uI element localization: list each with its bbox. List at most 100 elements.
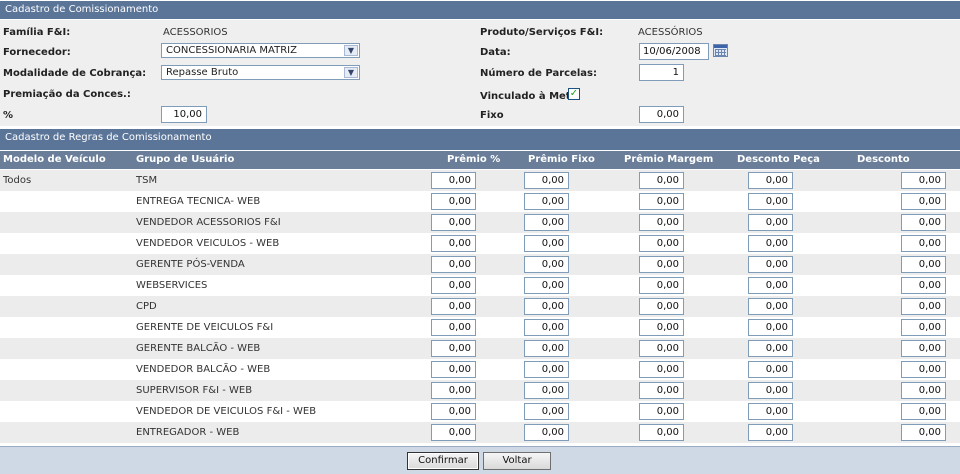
premio-fixo-input[interactable]: 0,00 — [524, 319, 569, 336]
premio-margem-input[interactable]: 0,00 — [639, 235, 684, 252]
premio-pct-input[interactable]: 0,00 — [431, 214, 476, 231]
percent-input[interactable]: 10,00 — [161, 106, 207, 123]
desconto-peca-input[interactable]: 0,00 — [748, 193, 793, 210]
vinculado-label: Vinculado à Meta — [480, 91, 578, 102]
desconto-instalacao-input[interactable]: 0,00 — [901, 361, 946, 378]
action-bar: Confirmar Voltar — [0, 446, 960, 474]
desconto-instalacao-input[interactable]: 0,00 — [901, 214, 946, 231]
premio-fixo-input[interactable]: 0,00 — [524, 361, 569, 378]
fornecedor-label: Fornecedor: — [3, 47, 71, 58]
premio-pct-input[interactable]: 0,00 — [431, 256, 476, 273]
table-header: Modelo de Veículo Grupo de Usuário Prêmi… — [0, 151, 960, 183]
modalidade-label: Modalidade de Cobrança: — [3, 68, 147, 79]
modalidade-select-value: Repasse Bruto — [166, 67, 239, 78]
chevron-down-icon[interactable]: ▼ — [344, 67, 358, 78]
premio-margem-input[interactable]: 0,00 — [639, 277, 684, 294]
premio-pct-input[interactable]: 0,00 — [431, 277, 476, 294]
checkmark-icon: ✓ — [569, 88, 579, 99]
premio-pct-input[interactable]: 0,00 — [431, 382, 476, 399]
confirm-button[interactable]: Confirmar — [407, 452, 479, 470]
premio-fixo-input[interactable]: 0,00 — [524, 277, 569, 294]
premio-pct-input[interactable]: 0,00 — [431, 424, 476, 441]
fornecedor-select[interactable]: CONCESSIONARIA MATRIZ ▼ — [161, 43, 360, 58]
desconto-peca-input[interactable]: 0,00 — [748, 403, 793, 420]
col-premio-fixo: Prêmio Fixo — [528, 154, 595, 165]
table-row: WEBSERVICES 0,00 0,00 0,00 0,00 0,00 — [0, 275, 960, 296]
premio-fixo-input[interactable]: 0,00 — [524, 340, 569, 357]
table-row: VENDEDOR ACESSORIOS F&I 0,00 0,00 0,00 0,00 0… — [0, 212, 960, 233]
premio-margem-input[interactable]: 0,00 — [639, 193, 684, 210]
desconto-peca-input[interactable]: 0,00 — [748, 424, 793, 441]
premio-pct-input[interactable]: 0,00 — [431, 340, 476, 357]
premio-fixo-input[interactable]: 0,00 — [524, 424, 569, 441]
desconto-instalacao-input[interactable]: 0,00 — [901, 424, 946, 441]
premio-pct-input[interactable]: 0,00 — [431, 193, 476, 210]
premio-fixo-input[interactable]: 0,00 — [524, 172, 569, 189]
desconto-peca-input[interactable]: 0,00 — [748, 298, 793, 315]
premio-pct-input[interactable]: 0,00 — [431, 361, 476, 378]
parcelas-input[interactable]: 1 — [639, 64, 684, 81]
grupo-cell: CPD — [136, 301, 157, 312]
calendar-icon[interactable] — [713, 44, 728, 57]
premio-fixo-input[interactable]: 0,00 — [524, 214, 569, 231]
desconto-instalacao-input[interactable]: 0,00 — [901, 172, 946, 189]
table-row: ENTREGADOR - WEB 0,00 0,00 0,00 0,00 0,00 — [0, 422, 960, 443]
desconto-peca-input[interactable]: 0,00 — [748, 361, 793, 378]
premio-margem-input[interactable]: 0,00 — [639, 214, 684, 231]
premio-margem-input[interactable]: 0,00 — [639, 382, 684, 399]
premio-pct-input[interactable]: 0,00 — [431, 172, 476, 189]
desconto-instalacao-input[interactable]: 0,00 — [901, 277, 946, 294]
premio-pct-input[interactable]: 0,00 — [431, 235, 476, 252]
desconto-instalacao-input[interactable]: 0,00 — [901, 193, 946, 210]
premio-margem-input[interactable]: 0,00 — [639, 298, 684, 315]
premio-fixo-input[interactable]: 0,00 — [524, 193, 569, 210]
desconto-peca-input[interactable]: 0,00 — [748, 340, 793, 357]
premio-margem-input[interactable]: 0,00 — [639, 361, 684, 378]
desconto-peca-input[interactable]: 0,00 — [748, 235, 793, 252]
desconto-instalacao-input[interactable]: 0,00 — [901, 340, 946, 357]
premio-margem-input[interactable]: 0,00 — [639, 172, 684, 189]
table-row: ENTREGA TECNICA- WEB 0,00 0,00 0,00 0,00 0,00 — [0, 191, 960, 212]
desconto-peca-input[interactable]: 0,00 — [748, 172, 793, 189]
chevron-down-icon[interactable]: ▼ — [344, 45, 358, 56]
familia-value: ACESSORIOS — [163, 27, 228, 38]
desconto-instalacao-input[interactable]: 0,00 — [901, 403, 946, 420]
desconto-peca-input[interactable]: 0,00 — [748, 214, 793, 231]
fixo-label: Fixo — [480, 110, 504, 121]
desconto-peca-input[interactable]: 0,00 — [748, 256, 793, 273]
table-row: GERENTE DE VEICULOS F&I 0,00 0,00 0,00 0,00 0… — [0, 317, 960, 338]
premio-margem-input[interactable]: 0,00 — [639, 319, 684, 336]
desconto-instalacao-input[interactable]: 0,00 — [901, 235, 946, 252]
modalidade-select[interactable]: Repasse Bruto ▼ — [161, 65, 360, 80]
desconto-instalacao-input[interactable]: 0,00 — [901, 382, 946, 399]
grupo-cell: ENTREGA TECNICA- WEB — [136, 196, 261, 207]
back-button[interactable]: Voltar — [483, 452, 551, 470]
premio-margem-input[interactable]: 0,00 — [639, 403, 684, 420]
fixo-input[interactable]: 0,00 — [639, 106, 684, 123]
vinculado-checkbox[interactable]: ✓ — [568, 88, 580, 100]
desconto-instalacao-input[interactable]: 0,00 — [901, 256, 946, 273]
premio-fixo-input[interactable]: 0,00 — [524, 235, 569, 252]
desconto-peca-input[interactable]: 0,00 — [748, 319, 793, 336]
table-row: GERENTE PÓS-VENDA 0,00 0,00 0,00 0,00 0,00 — [0, 254, 960, 275]
premio-margem-input[interactable]: 0,00 — [639, 340, 684, 357]
premio-margem-input[interactable]: 0,00 — [639, 256, 684, 273]
premio-pct-input[interactable]: 0,00 — [431, 319, 476, 336]
premio-fixo-input[interactable]: 0,00 — [524, 256, 569, 273]
premiacao-label: Premiação da Conces.: — [3, 89, 131, 100]
grupo-cell: VENDEDOR BALCÃO - WEB — [136, 364, 271, 375]
table-row: GERENTE BALCÃO - WEB 0,00 0,00 0,00 0,00 0,00 — [0, 338, 960, 359]
date-input[interactable]: 10/06/2008 — [639, 43, 709, 60]
premio-pct-input[interactable]: 0,00 — [431, 403, 476, 420]
premio-fixo-input[interactable]: 0,00 — [524, 382, 569, 399]
desconto-instalacao-input[interactable]: 0,00 — [901, 319, 946, 336]
premio-margem-input[interactable]: 0,00 — [639, 424, 684, 441]
premio-fixo-input[interactable]: 0,00 — [524, 403, 569, 420]
desconto-peca-input[interactable]: 0,00 — [748, 277, 793, 294]
data-label: Data: — [480, 47, 511, 58]
desconto-instalacao-input[interactable]: 0,00 — [901, 298, 946, 315]
premio-fixo-input[interactable]: 0,00 — [524, 298, 569, 315]
desconto-peca-input[interactable]: 0,00 — [748, 382, 793, 399]
premio-pct-input[interactable]: 0,00 — [431, 298, 476, 315]
parcelas-label: Número de Parcelas: — [480, 68, 597, 79]
